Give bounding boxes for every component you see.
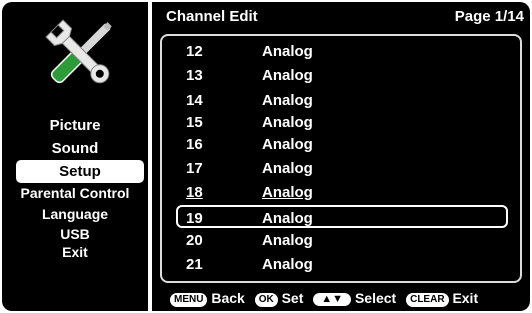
channel-type: Analog — [262, 67, 313, 84]
menu-item-exit[interactable]: Exit — [2, 243, 148, 261]
updown-arrows-icon: ▲▼ — [313, 293, 352, 306]
menu-item-sound[interactable]: Sound — [2, 137, 148, 160]
clear-key-icon: CLEAR — [406, 293, 449, 307]
channel-row[interactable]: 13 Analog — [162, 64, 520, 87]
menu-item-picture[interactable]: Picture — [2, 114, 148, 137]
channel-number: 15 — [186, 114, 203, 131]
channel-type: Analog — [262, 232, 313, 249]
menu-item-language[interactable]: Language — [2, 204, 148, 225]
channel-number: 21 — [186, 256, 203, 273]
channel-row[interactable]: 21 Analog — [162, 253, 520, 276]
ok-key-icon: OK — [254, 293, 278, 307]
footer-select: ▲▼ Select — [313, 290, 396, 306]
channel-row[interactable]: 15 Analog — [162, 111, 520, 134]
menu-item-usb[interactable]: USB — [2, 225, 148, 243]
channel-row[interactable]: 12 Analog — [162, 40, 520, 63]
button-help-bar: MENU Back OK Set ▲▼ Select CLEAR Exit — [170, 290, 530, 310]
channel-edit-panel: Channel Edit Page 1/14 12 Analog 13 Anal… — [152, 2, 530, 311]
settings-menu: Picture Sound Setup Parental Control Lan… — [2, 114, 148, 261]
set-label: Set — [281, 290, 304, 306]
channel-number: 12 — [186, 43, 203, 60]
back-label: Back — [211, 290, 245, 306]
panel-header: Channel Edit Page 1/14 — [166, 8, 526, 28]
channel-type: Analog — [262, 184, 313, 201]
channel-row[interactable]: 20 Analog — [162, 229, 520, 252]
channel-type: Analog — [262, 136, 313, 153]
tv-screen: Picture Sound Setup Parental Control Lan… — [0, 0, 532, 313]
footer-set: OK Set — [254, 290, 304, 307]
page-title: Channel Edit — [166, 8, 258, 25]
channel-type: Analog — [262, 114, 313, 131]
channel-number: 13 — [186, 67, 203, 84]
channel-type: Analog — [262, 256, 313, 273]
channel-number: 19 — [186, 210, 203, 227]
channel-number: 20 — [186, 232, 203, 249]
channel-row[interactable]: 17 Analog — [162, 157, 520, 180]
channel-number: 16 — [186, 136, 203, 153]
channel-row[interactable]: 16 Analog — [162, 133, 520, 156]
channel-row[interactable]: 14 Analog — [162, 89, 520, 112]
menu-item-setup[interactable]: Setup — [16, 160, 144, 183]
page-indicator: Page 1/14 — [454, 8, 524, 25]
channel-type: Analog — [262, 43, 313, 60]
channel-row[interactable]: 18 Analog — [162, 181, 520, 204]
channel-number: 14 — [186, 92, 203, 109]
channel-number: 18 — [186, 184, 203, 201]
channel-row-selected[interactable]: 19 Analog — [176, 205, 508, 228]
channel-type: Analog — [262, 210, 313, 227]
channel-type: Analog — [262, 160, 313, 177]
settings-menu-panel: Picture Sound Setup Parental Control Lan… — [2, 2, 148, 311]
footer-back: MENU Back — [170, 290, 245, 307]
channel-type: Analog — [262, 92, 313, 109]
select-label: Select — [354, 290, 397, 306]
channel-number: 17 — [186, 160, 203, 177]
exit-label: Exit — [452, 290, 479, 306]
menu-item-parental-control[interactable]: Parental Control — [2, 183, 148, 204]
tools-icon — [45, 19, 112, 84]
menu-key-icon: MENU — [170, 293, 208, 307]
channel-list: 12 Analog 13 Analog 14 Analog 15 Analog … — [160, 34, 522, 283]
footer-exit: CLEAR Exit — [406, 290, 478, 307]
